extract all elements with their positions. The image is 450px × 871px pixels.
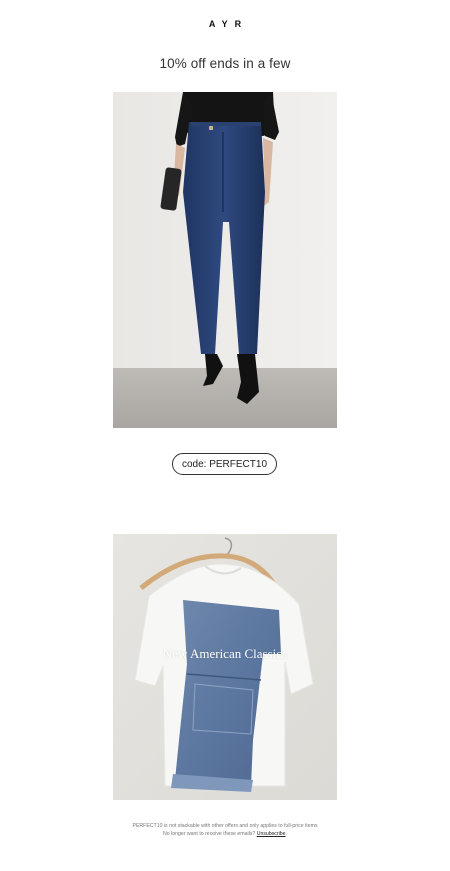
hero-image-jeans-model[interactable] (113, 92, 337, 428)
model-jeans-illustration (113, 92, 337, 428)
headline: 10% off ends in a few (159, 56, 291, 71)
brand-logo[interactable]: AYR (0, 19, 450, 29)
footer: PERFECT10 is not stackable with other of… (0, 822, 450, 838)
unsubscribe-link[interactable]: Unsubscribe (257, 831, 286, 837)
unsubscribe-suffix: . (285, 831, 287, 837)
footer-disclaimer: PERFECT10 is not stackable with other of… (132, 823, 318, 829)
collection-banner[interactable]: New American Classics (113, 534, 337, 800)
footer-unsubscribe-line: No longer want to receive these emails? … (0, 830, 450, 838)
unsubscribe-prompt: No longer want to receive these emails? (162, 831, 257, 837)
promo-code-button[interactable]: code: PERFECT10 (172, 453, 277, 475)
collection-title: New American Classics (162, 646, 288, 661)
tshirt-jeans-hanger-illustration (113, 534, 337, 800)
